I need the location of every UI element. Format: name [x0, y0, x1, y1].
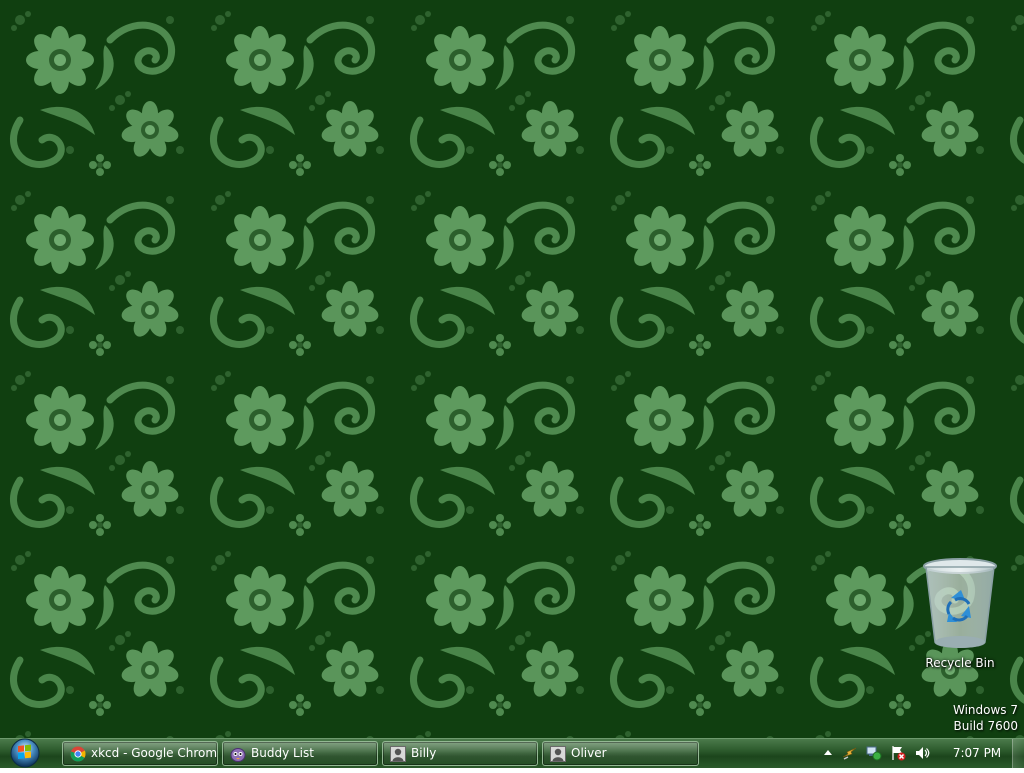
windows-build-watermark: Windows 7 Build 7600	[953, 702, 1018, 734]
taskbar-button-chrome[interactable]: xkcd - Google Chrome	[62, 741, 218, 766]
chat-user-icon	[390, 746, 406, 762]
power-icon[interactable]	[842, 745, 858, 761]
system-clock[interactable]: 7:07 PM	[946, 739, 1008, 768]
recycle-bin-shortcut[interactable]: Recycle Bin	[916, 556, 1004, 676]
taskbar: xkcd - Google Chrome Buddy List Billy Ol…	[0, 738, 1024, 768]
taskbar-button-label: Billy	[411, 746, 437, 760]
taskbar-button-billy[interactable]: Billy	[382, 741, 538, 766]
action-center-icon[interactable]	[890, 745, 906, 761]
network-icon[interactable]	[866, 745, 882, 761]
show-hidden-icons-arrow[interactable]	[820, 745, 836, 761]
show-desktop-button[interactable]	[1012, 739, 1024, 768]
notification-area: 7:07 PM	[816, 739, 1024, 768]
watermark-os-name: Windows 7	[952, 703, 1018, 717]
taskbar-button-oliver[interactable]: Oliver	[542, 741, 699, 766]
start-button[interactable]	[2, 737, 48, 769]
wallpaper-pattern	[0, 0, 1024, 738]
recycle-bin-label: Recycle Bin	[925, 656, 995, 670]
taskbar-button-label: xkcd - Google Chrome	[91, 746, 218, 760]
pidgin-icon	[230, 748, 246, 762]
desktop[interactable]: Recycle Bin Windows 7 Build 7600	[0, 0, 1024, 738]
chat-user-icon	[550, 746, 566, 762]
volume-icon[interactable]	[914, 745, 930, 761]
taskbar-button-buddy-list[interactable]: Buddy List	[222, 741, 378, 766]
taskbar-button-label: Oliver	[571, 746, 607, 760]
windows-orb-icon	[10, 738, 40, 768]
watermark-build-number: Build 7600	[953, 719, 1018, 733]
chrome-icon	[70, 746, 86, 762]
taskbar-button-label: Buddy List	[251, 746, 314, 760]
recycle-bin-icon	[923, 558, 997, 648]
